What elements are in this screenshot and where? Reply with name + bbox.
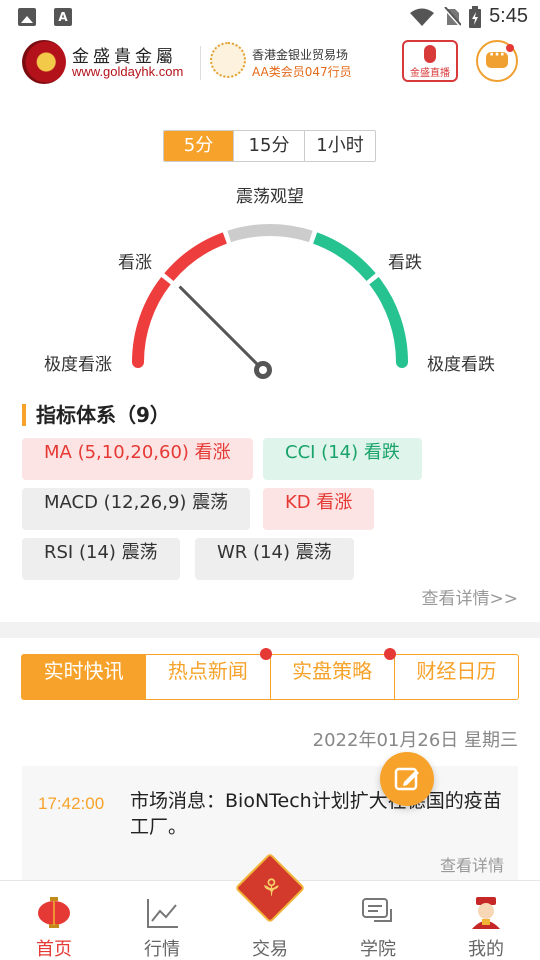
lantern-icon [38,897,70,928]
chat-bubbles-icon [362,898,392,922]
font-notification-icon: A [54,8,72,26]
unread-dot [506,44,514,52]
wifi-icon [410,8,435,26]
no-sim-icon [443,6,462,27]
indicator-chip-wr[interactable]: WR (14) 震荡 [195,538,354,580]
section-divider [0,622,540,638]
timeframe-tab-15m[interactable]: 15分 [234,131,305,161]
gauge-label-strong-bullish: 极度看涨 [44,355,112,375]
gauge-needle [178,285,265,372]
gallery-notification-icon [18,8,36,26]
gauge-cap-right [396,356,408,368]
chat-bubble-icon [486,47,508,68]
microphone-icon [424,45,436,63]
nav-trade[interactable]: 交易 [216,852,324,960]
timeframe-selector: 5分 15分 1小时 [163,130,376,162]
nav-market[interactable]: 行情 [108,881,216,960]
nav-profile[interactable]: 我的 [432,881,540,960]
news-time: 17:42:00 [38,794,105,813]
exchange-seal-icon [210,42,246,78]
nav-home[interactable]: 首页 [0,881,108,960]
chart-icon [147,899,178,928]
gauge-label-neutral: 震荡观望 [236,187,304,207]
member-id: AA类会员047行员 [252,65,352,79]
news-date: 2022年01月26日 星期三 [312,730,518,751]
status-bar: A 5:45 [0,0,540,36]
nav-home-label: 首页 [36,939,72,960]
header-divider [200,46,201,80]
news-tab-bar: 实时快讯 热点新闻 实盘策略 财经日历 [21,648,519,700]
nav-academy-label: 学院 [360,939,396,960]
nav-profile-label: 我的 [468,939,504,960]
gauge-label-bullish: 看涨 [118,253,152,273]
edit-fab-button[interactable] [380,752,434,806]
tab-hot-news-label: 热点新闻 [167,659,248,683]
timeframe-tab-1h[interactable]: 1小时 [305,131,375,161]
indicator-chip-ma[interactable]: MA (5,10,20,60) 看涨 [22,438,253,480]
timeframe-tab-5m[interactable]: 5分 [164,131,234,161]
gauge-segment-bullish [164,232,228,282]
indicator-chip-rsi[interactable]: RSI (14) 震荡 [22,538,180,580]
tab-strategy[interactable]: 实盘策略 [271,648,396,699]
news-text: 市场消息：BioNTech计划扩大在德国的疫苗工厂。 [130,790,502,838]
gauge-cap-left [132,356,144,368]
indicator-chip-macd[interactable]: MACD (12,26,9) 震荡 [22,488,251,530]
tab-live-news-label: 实时快讯 [43,659,124,683]
indicator-chip-kd[interactable]: KD 看涨 [263,488,375,530]
indicator-details-link[interactable]: 查看详情>> [422,584,519,609]
exchange-name: 香港金银业贸易场 [252,48,349,62]
tab-calendar[interactable]: 财经日历 [395,655,518,699]
gauge-segment-bearish [312,232,376,282]
gauge-label-bearish: 看跌 [388,253,422,273]
news-more-link[interactable]: 查看详情 [440,852,504,876]
bottom-navigation: 首页 行情 交易 学院 我的 [0,852,540,960]
tab-live-news[interactable]: 实时快讯 [22,655,147,699]
gauge-segment-strong-bullish [132,277,171,363]
status-time: 5:45 [489,5,528,27]
live-broadcast-label: 金盛直播 [410,68,450,79]
app-header: 金盛貴金屬 www.goldayhk.com 香港金银业贸易场 AA类会员047… [0,36,540,92]
indicator-chip-cci[interactable]: CCI (14) 看跌 [263,438,422,480]
tab-hot-news[interactable]: 热点新闻 [146,648,272,699]
tab-strategy-label: 实盘策略 [292,659,373,683]
god-of-wealth-icon [472,897,500,929]
gauge-needle-hub-center [259,366,267,374]
brand-logo-icon [22,40,66,84]
nav-market-label: 行情 [144,939,180,960]
gauge-label-strong-bearish: 极度看跌 [427,355,495,375]
gauge-segment-strong-bearish [369,277,408,363]
nav-trade-label: 交易 [252,939,288,960]
tab-calendar-label: 财经日历 [416,659,497,683]
message-button[interactable] [476,40,518,82]
battery-icon [469,5,482,28]
pencil-icon [394,767,419,791]
gauge-segment-neutral [227,224,313,243]
sentiment-gauge: 震荡观望 看涨 看跌 极度看涨 极度看跌 [0,170,540,390]
nav-academy[interactable]: 学院 [324,881,432,960]
indicators-title: 指标体系（9） [22,402,170,428]
brand-url: www.goldayhk.com [72,64,184,79]
live-broadcast-button[interactable]: 金盛直播 [402,40,458,82]
